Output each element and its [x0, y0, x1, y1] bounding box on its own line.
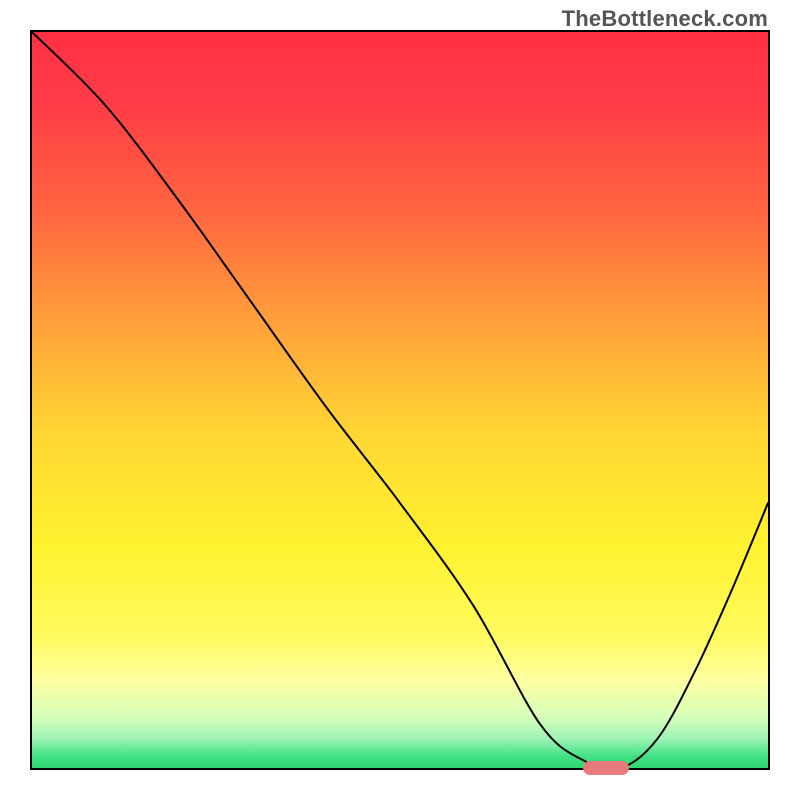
- chart-stage: TheBottleneck.com: [0, 0, 800, 800]
- chart-plot-area: [30, 30, 770, 770]
- optimal-marker-icon: [583, 761, 629, 775]
- watermark-text: TheBottleneck.com: [562, 6, 768, 32]
- chart-curve: [32, 32, 768, 768]
